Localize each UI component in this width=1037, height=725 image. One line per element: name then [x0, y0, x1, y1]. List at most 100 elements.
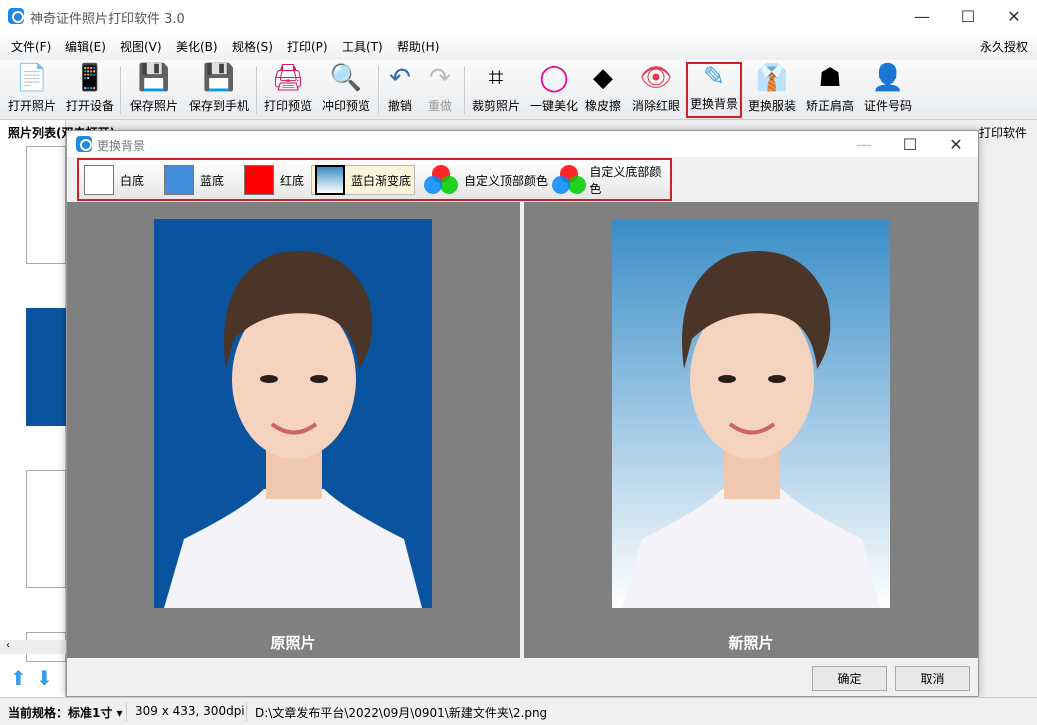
- spec-label: 当前规格：: [8, 706, 69, 720]
- toolbar-color-wheel-button[interactable]: ◯ 一键美化: [528, 62, 580, 118]
- toolbar-suit-button[interactable]: 👔 更换服装: [744, 62, 800, 118]
- menu-print[interactable]: 打印(P): [287, 38, 328, 55]
- suit-icon: 👔: [755, 63, 789, 93]
- crop-icon: ⌗: [488, 62, 504, 93]
- move-down-icon[interactable]: ⬇: [36, 666, 53, 690]
- maximize-button[interactable]: ☐: [945, 0, 991, 32]
- bg-option-label: 自定义顶部颜色: [464, 173, 549, 188]
- toolbar-label: 一键美化: [529, 99, 578, 113]
- toolbar-printer-button[interactable]: 🖨 打印预览: [260, 62, 316, 118]
- cancel-button[interactable]: 取消: [895, 666, 970, 691]
- dialog-title: 更换背景: [97, 139, 146, 153]
- bg-option[interactable]: 自定义底部颜色: [549, 165, 670, 196]
- printer-icon: 🖨: [271, 63, 305, 93]
- toolbar-phone-button[interactable]: 📱 打开设备: [62, 62, 118, 118]
- menu-bar: 文件(F) 编辑(E) 视图(V) 美化(B) 规格(S) 打印(P) 工具(T…: [0, 32, 1037, 60]
- open-photo-icon: 📄: [15, 63, 49, 93]
- close-button[interactable]: ✕: [991, 0, 1037, 32]
- toolbar-save-to-phone-button[interactable]: 💾 保存到手机: [184, 62, 254, 118]
- toolbar-label: 橡皮擦: [584, 99, 621, 113]
- thumbnail[interactable]: [26, 308, 66, 426]
- ok-button[interactable]: 确定: [812, 666, 887, 691]
- spec-dropdown[interactable]: 标准1寸 ▾: [68, 704, 123, 721]
- eraser-icon: ◆: [593, 63, 613, 93]
- toolbar-label: 冲印预览: [321, 99, 370, 113]
- redo-icon: ↷: [429, 63, 451, 93]
- toolbar-open-photo-button[interactable]: 📄 打开照片: [4, 62, 60, 118]
- toolbar-print-search-button[interactable]: 🔍 冲印预览: [318, 62, 374, 118]
- change-background-dialog: 更换背景 — ☐ ✕ 白底 蓝底 红底 蓝白渐变底 自定义顶部颜色 自定义底部颜色 原照片…: [66, 130, 979, 697]
- divider: [246, 702, 247, 722]
- minimize-button[interactable]: —: [899, 0, 945, 32]
- bg-option-label: 蓝底: [200, 173, 225, 188]
- toolbar-label: 重做: [427, 99, 452, 113]
- bg-option-label: 自定义底部颜色: [589, 165, 662, 196]
- menu-view[interactable]: 视图(V): [120, 38, 162, 55]
- bg-option[interactable]: 白底: [81, 165, 147, 195]
- toolbar-eye-button[interactable]: 👁 消除红眼: [628, 62, 684, 118]
- toolbar-separator: [464, 66, 465, 114]
- dialog-minimize-button[interactable]: —: [841, 131, 887, 157]
- toolbar-separator: [256, 66, 257, 114]
- toolbar-label: 保存到手机: [188, 99, 249, 113]
- toolbar-eraser-button[interactable]: ◆ 橡皮擦: [582, 62, 624, 118]
- eye-icon: 👁: [639, 63, 673, 93]
- toolbar-separator: [120, 66, 121, 114]
- original-photo-label: 原照片: [270, 634, 316, 652]
- toolbar-label: 更换背景: [689, 97, 738, 111]
- spec-value: 标准1寸: [68, 706, 113, 720]
- bg-option-label: 白底: [120, 173, 145, 188]
- menu-file[interactable]: 文件(F): [11, 38, 51, 55]
- shoulder-icon: ☗: [818, 63, 842, 93]
- color-swatch: [84, 165, 114, 195]
- bg-option[interactable]: 自定义顶部颜色: [421, 165, 551, 195]
- undo-icon: ↶: [389, 63, 411, 93]
- main-area-text: 打印软件: [979, 126, 1028, 140]
- menu-spec[interactable]: 规格(S): [232, 38, 273, 55]
- window-title: 神奇证件照片打印软件 3.0: [30, 12, 185, 27]
- toolbar-id-photo-button[interactable]: 👤 证件号码: [860, 62, 916, 118]
- toolbar-save-button[interactable]: 💾 保存照片: [126, 62, 182, 118]
- divider: [126, 702, 127, 722]
- color-swatch: [164, 165, 194, 195]
- color-swatch: [315, 165, 345, 195]
- print-search-icon: 🔍: [329, 63, 363, 93]
- bg-option[interactable]: 红底: [241, 165, 307, 195]
- file-path: D:\文章发布平台\2022\09月\0901\新建文件夹\2.png: [255, 706, 548, 720]
- move-up-icon[interactable]: ⬆: [10, 666, 27, 690]
- splitter[interactable]: [520, 202, 524, 658]
- color-wheel-icon: ◯: [539, 63, 569, 93]
- horizontal-scrollbar[interactable]: ‹: [0, 640, 66, 654]
- toolbar-undo-button[interactable]: ↶ 撤销: [382, 62, 418, 118]
- bg-option[interactable]: 蓝底: [161, 165, 227, 195]
- new-photo: [612, 219, 890, 608]
- toolbar-separator: [378, 66, 379, 114]
- license-link[interactable]: 永久授权: [980, 38, 1028, 55]
- toolbar-label: 裁剪照片: [471, 99, 520, 113]
- dialog-maximize-button[interactable]: ☐: [887, 131, 933, 157]
- bg-option[interactable]: 蓝白渐变底: [311, 165, 416, 195]
- toolbar-brush-button[interactable]: ✎ 更换背景: [686, 62, 742, 118]
- dialog-title-bar: 更换背景 — ☐ ✕: [67, 131, 978, 157]
- menu-tools[interactable]: 工具(T): [342, 38, 383, 55]
- toolbar-crop-button[interactable]: ⌗ 裁剪照片: [468, 62, 524, 118]
- toolbar-label: 打开设备: [65, 99, 114, 113]
- title-bar: 神奇证件照片打印软件 3.0 — ☐ ✕: [0, 0, 1037, 32]
- dialog-close-button[interactable]: ✕: [933, 131, 979, 157]
- thumbnail[interactable]: [26, 470, 66, 588]
- toolbar-label: 消除红眼: [631, 99, 680, 113]
- toolbar-label: 撤销: [387, 99, 412, 113]
- toolbar-label: 打印预览: [263, 99, 312, 113]
- menu-help[interactable]: 帮助(H): [397, 38, 439, 55]
- dialog-icon: [76, 136, 92, 152]
- rgb-icon: [552, 165, 586, 195]
- thumbnail[interactable]: [26, 146, 66, 264]
- menu-beautify[interactable]: 美化(B): [176, 38, 218, 55]
- original-photo: [154, 219, 432, 608]
- toolbar-shoulder-button[interactable]: ☗ 矫正肩高: [802, 62, 858, 118]
- toolbar-redo-button[interactable]: ↷ 重做: [422, 62, 458, 118]
- toolbar-label: 保存照片: [129, 99, 178, 113]
- toolbar-label: 证件号码: [863, 99, 912, 113]
- app-icon: [8, 8, 24, 24]
- menu-edit[interactable]: 编辑(E): [65, 38, 106, 55]
